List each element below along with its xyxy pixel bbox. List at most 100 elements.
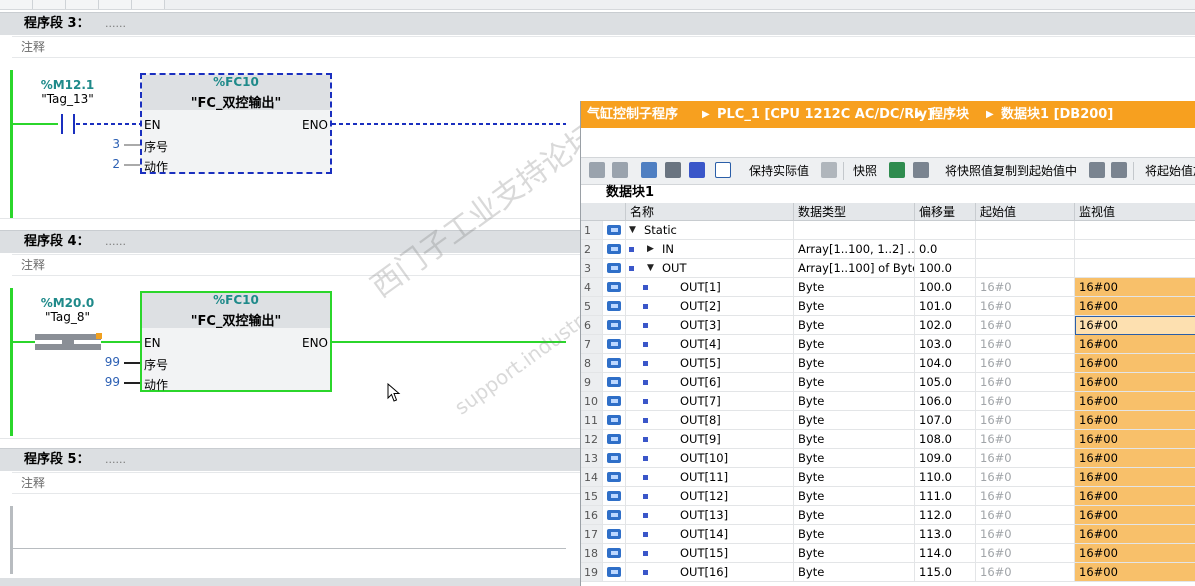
table-row[interactable]: 17 OUT[14] Byte 113.0 16#0 16#00 [581, 525, 1195, 544]
cell-data-type[interactable]: Byte [794, 544, 915, 563]
cell-monitor-value[interactable]: 16#00 [1075, 544, 1195, 563]
snapshot-icon[interactable] [821, 162, 837, 178]
cell-start-value[interactable]: 16#0 [976, 563, 1075, 582]
pin-value-action[interactable]: 99 [100, 375, 120, 389]
cell-start-value[interactable]: 16#0 [976, 544, 1075, 563]
cell-start-value[interactable]: 16#0 [976, 411, 1075, 430]
col-header-offset[interactable]: 偏移量 [915, 203, 976, 221]
cell-offset[interactable]: 101.0 [915, 297, 976, 316]
cell-start-value[interactable]: 16#0 [976, 392, 1075, 411]
table-row[interactable]: 6 OUT[3] Byte 102.0 16#0 16#00 [581, 316, 1195, 335]
cell-data-type[interactable]: Byte [794, 373, 915, 392]
table-row[interactable]: 11 OUT[8] Byte 107.0 16#0 16#00 [581, 411, 1195, 430]
snapshot-button[interactable]: 快照 [853, 158, 877, 184]
cell-offset[interactable]: 100.0 [915, 278, 976, 297]
cell-data-type[interactable]: Byte [794, 430, 915, 449]
load-start-alt-icon[interactable] [1111, 162, 1127, 178]
cell-monitor-value[interactable]: 16#00 [1075, 373, 1195, 392]
add-row-icon[interactable] [612, 162, 628, 178]
collapse-arrow-icon[interactable]: ▼ [629, 221, 636, 239]
cell-monitor-value[interactable]: 16#00 [1075, 316, 1195, 335]
cell-data-type[interactable]: Byte [794, 335, 915, 354]
table-row[interactable]: 1 ▼ Static [581, 221, 1195, 240]
load-start-values-button[interactable]: 将起始值加 [1145, 158, 1195, 184]
copy-snapshot-to-start-button[interactable]: 将快照值复制到起始值中 [945, 158, 1077, 184]
col-header-type[interactable]: 数据类型 [794, 203, 915, 221]
table-row[interactable]: 3 ▼ OUT Array[1..100] of Byte 100.0 [581, 259, 1195, 278]
keep-actual-values-button[interactable]: 保持实际值 [749, 158, 809, 184]
empty-rung[interactable] [12, 548, 566, 549]
cell-monitor-value[interactable] [1075, 240, 1195, 259]
cell-start-value[interactable]: 16#0 [976, 354, 1075, 373]
cell-monitor-value[interactable]: 16#00 [1075, 487, 1195, 506]
cell-monitor-value[interactable]: 16#00 [1075, 411, 1195, 430]
table-row[interactable]: 19 OUT[16] Byte 115.0 16#0 16#00 [581, 563, 1195, 582]
cell-name[interactable]: OUT[10] [626, 449, 794, 468]
cell-monitor-value[interactable]: 16#00 [1075, 506, 1195, 525]
cell-data-type[interactable]: Byte [794, 525, 915, 544]
cell-name[interactable]: OUT[12] [626, 487, 794, 506]
cell-name[interactable]: ▼ Static [626, 221, 794, 240]
cell-monitor-value[interactable]: 16#00 [1075, 525, 1195, 544]
cell-offset[interactable]: 110.0 [915, 468, 976, 487]
cell-offset[interactable]: 103.0 [915, 335, 976, 354]
cell-start-value[interactable]: 16#0 [976, 278, 1075, 297]
insert-row-icon[interactable] [589, 162, 605, 178]
table-row[interactable]: 2 ▶ IN Array[1..100, 1..2] ... 0.0 [581, 240, 1195, 259]
cell-offset[interactable]: 112.0 [915, 506, 976, 525]
table-row[interactable]: 10 OUT[7] Byte 106.0 16#0 16#00 [581, 392, 1195, 411]
cell-name[interactable]: OUT[4] [626, 335, 794, 354]
monitor-glasses-icon[interactable] [715, 162, 731, 178]
col-header-start[interactable]: 起始值 [976, 203, 1075, 221]
cell-monitor-value[interactable]: 16#00 [1075, 335, 1195, 354]
cell-monitor-value[interactable] [1075, 221, 1195, 240]
cell-name[interactable]: OUT[2] [626, 297, 794, 316]
cell-data-type[interactable]: Byte [794, 563, 915, 582]
table-row[interactable]: 15 OUT[12] Byte 111.0 16#0 16#00 [581, 487, 1195, 506]
cell-monitor-value[interactable]: 16#00 [1075, 449, 1195, 468]
cell-start-value[interactable] [976, 259, 1075, 278]
cell-offset[interactable]: 113.0 [915, 525, 976, 544]
network-title-placeholder[interactable]: ...... [105, 449, 126, 471]
expand-all-icon[interactable] [641, 162, 657, 178]
cell-monitor-value[interactable]: 16#00 [1075, 430, 1195, 449]
cell-start-value[interactable] [976, 221, 1075, 240]
cell-monitor-value[interactable]: 16#00 [1075, 297, 1195, 316]
table-row[interactable]: 18 OUT[15] Byte 114.0 16#0 16#00 [581, 544, 1195, 563]
cell-name[interactable]: OUT[1] [626, 278, 794, 297]
cell-data-type[interactable]: Byte [794, 506, 915, 525]
table-row[interactable]: 4 OUT[1] Byte 100.0 16#0 16#00 [581, 278, 1195, 297]
cell-name[interactable]: OUT[14] [626, 525, 794, 544]
table-row[interactable]: 8 OUT[5] Byte 104.0 16#0 16#00 [581, 354, 1195, 373]
cell-offset[interactable]: 106.0 [915, 392, 976, 411]
cell-name[interactable]: OUT[16] [626, 563, 794, 582]
cell-start-value[interactable]: 16#0 [976, 316, 1075, 335]
breadcrumb-plc[interactable]: PLC_1 [CPU 1212C AC/DC/Rly] [717, 101, 933, 128]
cell-name[interactable]: OUT[5] [626, 354, 794, 373]
cell-data-type[interactable]: Byte [794, 354, 915, 373]
breadcrumb-project[interactable]: 气缸控制子程序 [587, 101, 678, 128]
table-row[interactable]: 16 OUT[13] Byte 112.0 16#0 16#00 [581, 506, 1195, 525]
cell-offset[interactable]: 0.0 [915, 240, 976, 259]
cell-offset[interactable]: 111.0 [915, 487, 976, 506]
cell-start-value[interactable]: 16#0 [976, 449, 1075, 468]
breadcrumb-db[interactable]: 数据块1 [DB200] [1001, 101, 1113, 128]
table-row[interactable]: 7 OUT[4] Byte 103.0 16#0 16#00 [581, 335, 1195, 354]
cell-offset[interactable] [915, 221, 976, 240]
cell-name[interactable]: OUT[9] [626, 430, 794, 449]
cell-data-type[interactable]: Array[1..100, 1..2] ... [794, 240, 915, 259]
cell-start-value[interactable]: 16#0 [976, 468, 1075, 487]
load-start-icon[interactable] [1089, 162, 1105, 178]
cell-monitor-value[interactable]: 16#00 [1075, 278, 1195, 297]
cell-start-value[interactable]: 16#0 [976, 430, 1075, 449]
cell-offset[interactable]: 109.0 [915, 449, 976, 468]
cell-start-value[interactable]: 16#0 [976, 297, 1075, 316]
cell-offset[interactable]: 115.0 [915, 563, 976, 582]
cell-data-type[interactable]: Byte [794, 392, 915, 411]
copy-snapshot-icon[interactable] [889, 162, 905, 178]
cell-name[interactable]: OUT[7] [626, 392, 794, 411]
cell-name[interactable]: OUT[13] [626, 506, 794, 525]
cell-name[interactable]: ▼ OUT [626, 259, 794, 278]
col-header-monitor[interactable]: 监视值 [1075, 203, 1195, 221]
cell-offset[interactable]: 104.0 [915, 354, 976, 373]
